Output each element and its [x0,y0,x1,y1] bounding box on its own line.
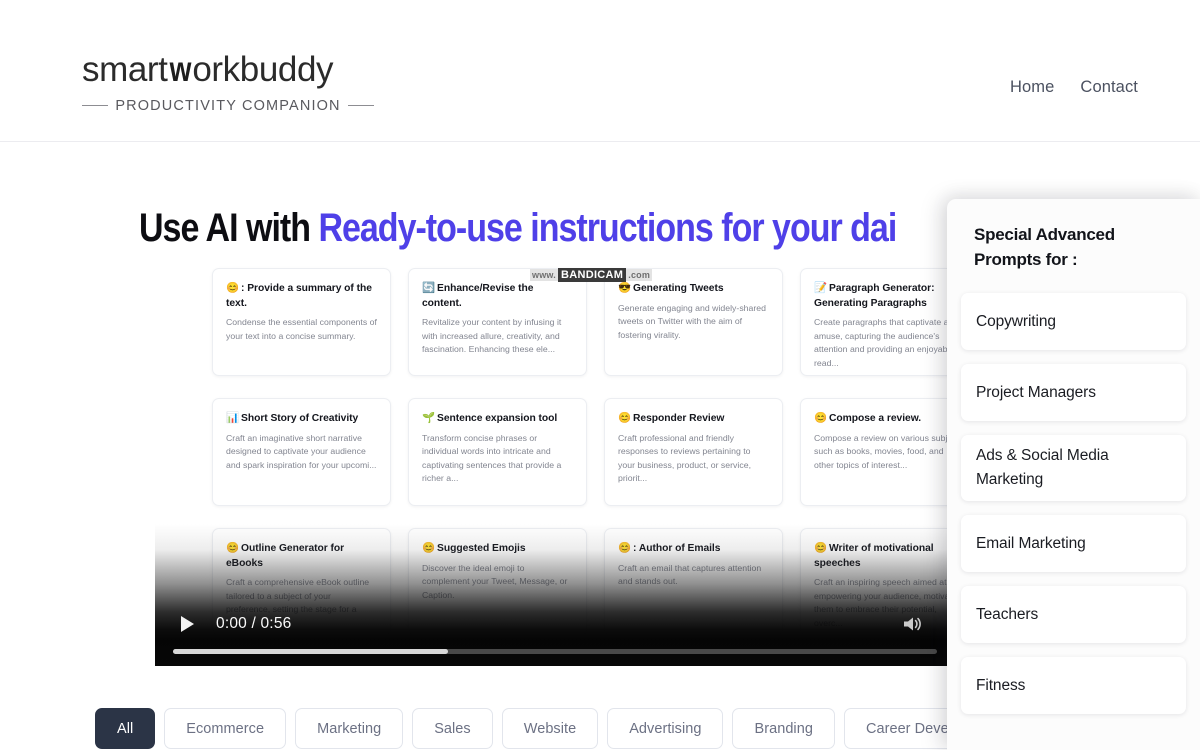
volume-icon[interactable] [901,614,923,634]
filter-chip-all[interactable]: All [95,708,156,749]
brand-logo[interactable]: smartworkbuddy PRODUCTIVITY COMPANION [82,50,382,114]
prompt-card-description: Revitalize your content by infusing it w… [422,317,562,355]
prompt-card-emoji-icon: 😎 [618,282,632,294]
prompt-card-description: Condense the essential components of you… [226,317,377,341]
brand-tagline: PRODUCTIVITY COMPANION [115,97,341,114]
main-navigation: Home Contact [1010,78,1138,97]
brand-word-last: orkbuddy [192,50,334,89]
prompt-card-title: 😎 Generating Tweets [618,281,769,297]
prompt-card-title-text: Enhance/Revise the content. [422,283,534,309]
page-root: smartworkbuddy PRODUCTIVITY COMPANION Ho… [0,0,1200,750]
prompt-card-title: 🌱 Sentence expansion tool [422,411,573,427]
brand-wordmark: smartworkbuddy [82,50,382,89]
prompt-card-title-text: Paragraph Generator: Generating Paragrap… [814,283,935,309]
category-filter-bar: All Ecommerce Marketing Sales Website Adverti… [95,708,1023,749]
prompt-card-emoji-icon: 🌱 [422,412,436,424]
panel-title: Special Advanced Prompts for : [974,225,1115,269]
video-scrubber[interactable] [173,649,937,654]
brand-word-first: smart [82,50,168,89]
prompt-card-description: Transform concise phrases or individual … [422,432,562,484]
prompt-card[interactable]: 📊 Short Story of Creativity Craft an imagi… [212,398,391,506]
brand-tagline-row: PRODUCTIVITY COMPANION [82,98,374,114]
nav-link-contact[interactable]: Contact [1080,78,1138,97]
panel-item-list: Copywriting Project Managers Ads & Social … [961,293,1186,714]
hero-headline-plain: Use AI with [139,205,319,251]
brand-glyph-w: w [169,50,191,89]
prompt-card-emoji-icon: 📊 [226,412,240,424]
prompt-card-title: 🔄 Enhance/Revise the content. [422,281,573,311]
video-time-display: 0:00 / 0:56 [216,615,292,632]
prompt-card-title-text: Sentence expansion tool [437,413,558,424]
prompt-card-description: Generate engaging and widely-shared twee… [618,302,767,340]
special-prompts-panel: Special Advanced Prompts for : Copywriti… [947,199,1200,750]
watermark-prefix: www. [530,268,558,281]
watermark-suffix: .com [626,268,653,281]
filter-chip-advertising[interactable]: Advertising [607,708,724,749]
panel-item-fitness[interactable]: Fitness [961,657,1186,714]
prompt-card[interactable]: 🔄 Enhance/Revise the content. Revitalize y… [408,268,587,376]
prompt-card-emoji-icon: 📝 [814,282,828,294]
prompt-card-title-text: Short Story of Creativity [241,413,359,424]
panel-item-email-marketing[interactable]: Email Marketing [961,515,1186,572]
video-player-overlay: 0:00 / 0:56 [155,524,955,666]
hero-headline-accent: Ready-to-use instructions for your dai [318,205,897,251]
site-header: smartworkbuddy PRODUCTIVITY COMPANION Ho… [0,0,1200,142]
prompt-card-title: 😊 Responder Review [618,411,769,427]
watermark-brand: BANDICAM [557,267,627,282]
prompt-card-description: Create paragraphs that captivate and amu… [814,317,959,368]
prompt-card-title-text: Compose a review. [829,413,922,424]
prompt-card-emoji-icon: 😊 [226,282,240,294]
prompt-card-emoji-icon: 🔄 [422,282,436,294]
prompt-card[interactable]: 🌱 Sentence expansion tool Transform concis… [408,398,587,506]
video-progress-fill [173,649,449,654]
panel-item-teachers[interactable]: Teachers [961,586,1186,643]
filter-chip-website[interactable]: Website [501,708,599,749]
prompt-card-title: 😊: Provide a summary of the text. [226,281,377,311]
prompt-card-emoji-icon: 😊 [814,412,828,424]
panel-item-copywriting[interactable]: Copywriting [961,293,1186,350]
nav-link-home[interactable]: Home [1010,78,1054,97]
filter-chip-sales[interactable]: Sales [412,708,493,749]
play-icon[interactable] [181,616,194,632]
prompt-card-title: 😊 Compose a review. [814,411,965,427]
prompt-card-title-text: Responder Review [633,413,725,424]
filter-chip-ecommerce[interactable]: Ecommerce [164,708,287,749]
filter-chip-marketing[interactable]: Marketing [295,708,404,749]
prompt-card-description: Craft an imaginative short narrative des… [226,432,377,470]
prompt-card-description: Compose a review on various subjects suc… [814,432,964,470]
prompt-card-emoji-icon: 😊 [618,412,632,424]
bandicam-watermark: www. BANDICAM .com [530,267,653,282]
prompt-card-title: 📊 Short Story of Creativity [226,411,377,427]
prompt-card-title: 📝 Paragraph Generator: Generating Paragra… [814,281,965,311]
prompt-card-description: Craft professional and friendly response… [618,432,752,484]
filter-chip-branding[interactable]: Branding [732,708,835,749]
video-controls-bar: 0:00 / 0:56 [155,608,955,640]
prompt-card-title-text: Generating Tweets [633,283,724,294]
prompt-card[interactable]: 😊 Responder Review Craft professional and … [604,398,783,506]
prompt-card-title-text: : Provide a summary of the text. [226,283,372,309]
tagline-rule-right [347,105,374,107]
prompt-card[interactable]: 😊: Provide a summary of the text. Condens… [212,268,391,376]
tagline-rule-left [82,105,109,107]
panel-item-project-managers[interactable]: Project Managers [961,364,1186,421]
panel-item-ads-social-media-marketing[interactable]: Ads & Social Media Marketing [961,435,1186,501]
prompt-card[interactable]: 😎 Generating Tweets Generate engaging and … [604,268,783,376]
